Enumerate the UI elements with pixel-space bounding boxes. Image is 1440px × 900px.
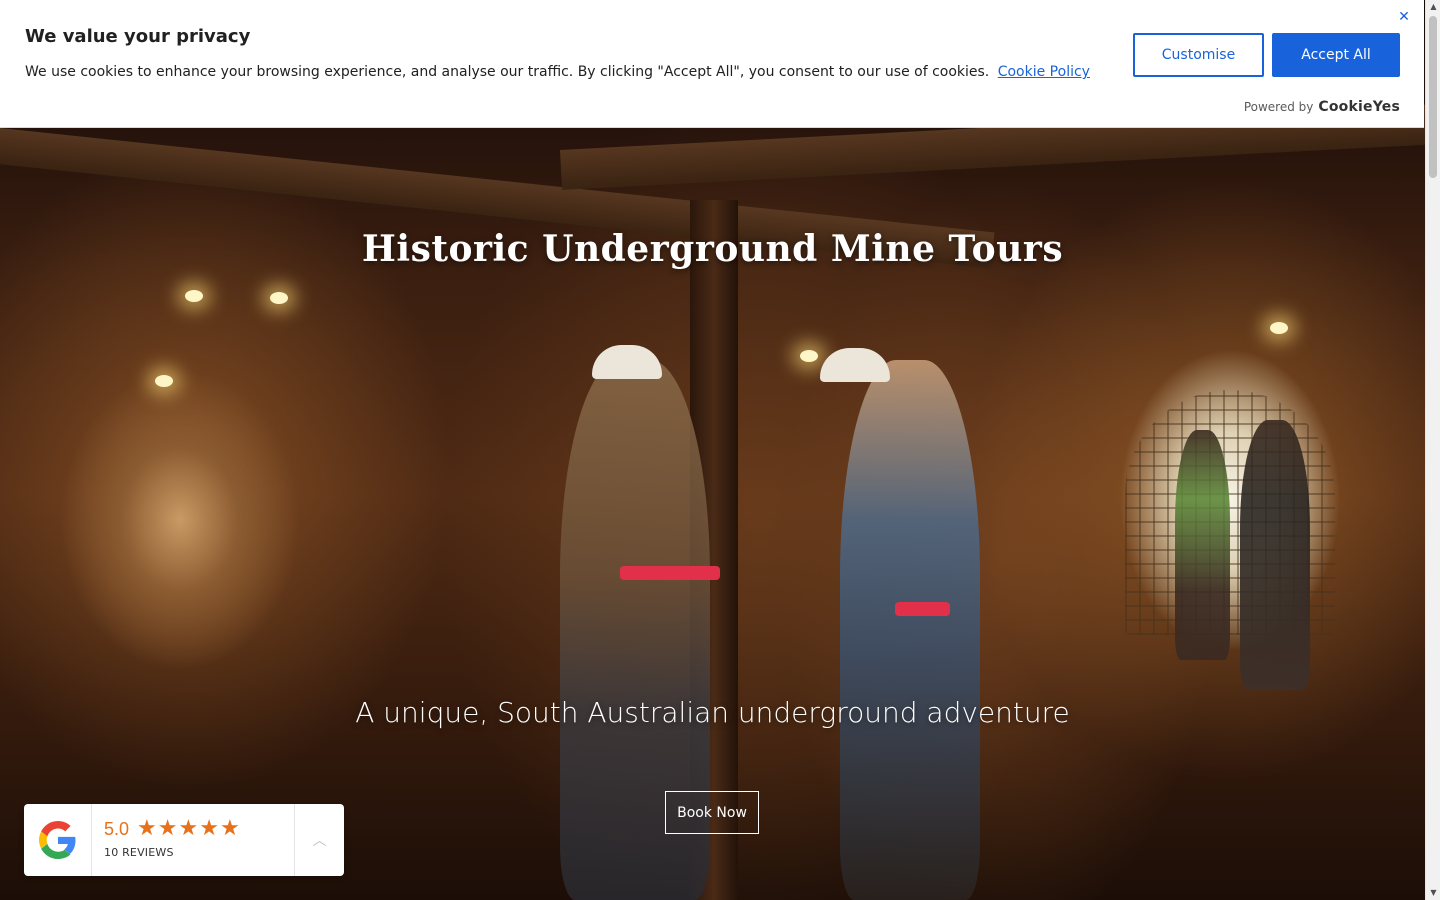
google-g-icon xyxy=(24,804,92,876)
safety-belt xyxy=(895,602,950,616)
lamp-light xyxy=(270,292,288,304)
tour-guest-silhouette xyxy=(1175,430,1230,660)
review-summary: 5.0 ★ ★ ★ ★ ★ 10 REVIEWS xyxy=(92,804,294,876)
cookie-message: We use cookies to enhance your browsing … xyxy=(25,64,1090,80)
review-count: 10 REVIEWS xyxy=(104,846,174,859)
hero-title: Historic Underground Mine Tours xyxy=(361,228,1064,270)
star-icon: ★ xyxy=(157,816,178,841)
star-icon: ★ xyxy=(178,816,199,841)
lamp-light xyxy=(155,375,173,387)
star-rating: ★ ★ ★ ★ ★ xyxy=(137,818,240,840)
star-icon: ★ xyxy=(219,816,240,841)
chevron-up-icon[interactable]: ︿ xyxy=(294,804,344,876)
tour-guest-silhouette xyxy=(1240,420,1310,690)
page-scrollbar[interactable]: ▲ ▼ xyxy=(1425,0,1440,900)
lamp-light xyxy=(800,350,818,362)
hero-section: Historic Underground Mine Tours A unique… xyxy=(0,0,1425,900)
close-icon[interactable]: ✕ xyxy=(1396,9,1412,25)
cookie-policy-link[interactable]: Cookie Policy xyxy=(998,64,1090,80)
hard-hat xyxy=(820,348,890,382)
hard-hat xyxy=(592,345,662,379)
star-icon: ★ xyxy=(137,816,157,841)
scroll-down-arrow-icon[interactable]: ▼ xyxy=(1426,886,1440,900)
google-reviews-widget[interactable]: 5.0 ★ ★ ★ ★ ★ 10 REVIEWS ︿ xyxy=(24,804,344,876)
cookie-banner: We value your privacy We use cookies to … xyxy=(0,0,1424,128)
customise-button[interactable]: Customise xyxy=(1133,33,1264,77)
lamp-light xyxy=(185,290,203,302)
scrollbar-thumb[interactable] xyxy=(1429,16,1437,178)
hero-subtitle: A unique, South Australian underground a… xyxy=(355,696,1070,729)
safety-belt xyxy=(620,566,720,580)
cookie-title: We value your privacy xyxy=(25,26,251,47)
scroll-up-arrow-icon[interactable]: ▲ xyxy=(1426,0,1440,14)
star-icon: ★ xyxy=(199,816,219,841)
review-score: 5.0 xyxy=(104,818,130,839)
book-now-button[interactable]: Book Now xyxy=(665,791,759,834)
lamp-light xyxy=(1270,322,1288,334)
accept-all-button[interactable]: Accept All xyxy=(1272,33,1400,77)
powered-by-label: Powered by xyxy=(1243,100,1314,114)
cookie-text: We use cookies to enhance your browsing … xyxy=(25,64,990,80)
tour-guest-woman xyxy=(840,360,980,900)
powered-by: Powered by CookieYes xyxy=(1244,99,1400,115)
cookieyes-logo: CookieYes xyxy=(1318,99,1400,115)
